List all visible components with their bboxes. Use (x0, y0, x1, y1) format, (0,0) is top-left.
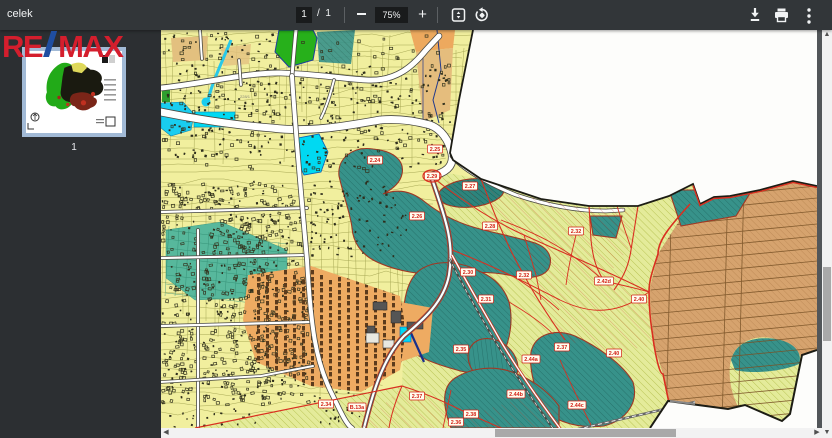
svg-text:2.32: 2.32 (571, 229, 582, 235)
svg-text:2.37: 2.37 (412, 394, 423, 400)
svg-text:2.38: 2.38 (466, 412, 477, 418)
svg-text:2.40: 2.40 (634, 297, 645, 303)
svg-text:2.32: 2.32 (519, 273, 530, 279)
svg-text:2.28: 2.28 (485, 224, 496, 230)
svg-text:2.36: 2.36 (451, 420, 462, 426)
svg-text:2.27: 2.27 (465, 184, 476, 190)
svg-text:2.29: 2.29 (427, 174, 438, 180)
svg-text:2.40: 2.40 (609, 351, 620, 357)
svg-text:2.42d: 2.42d (597, 279, 611, 285)
svg-text:2.37: 2.37 (557, 345, 568, 351)
svg-text:2.44a: 2.44a (524, 357, 538, 363)
svg-text:2.30: 2.30 (463, 270, 474, 276)
svg-text:2.24: 2.24 (370, 158, 381, 164)
svg-text:2.31: 2.31 (481, 297, 492, 303)
svg-text:2.34: 2.34 (321, 402, 332, 408)
svg-text:228/1: 228/1 (240, 94, 251, 99)
svg-text:2.44c: 2.44c (570, 403, 584, 409)
svg-text:2.44b: 2.44b (509, 392, 523, 398)
svg-text:B.13a: B.13a (350, 405, 365, 411)
svg-text:2.25: 2.25 (430, 147, 441, 153)
svg-text:2.35: 2.35 (456, 347, 467, 353)
svg-text:2.26: 2.26 (412, 214, 423, 220)
